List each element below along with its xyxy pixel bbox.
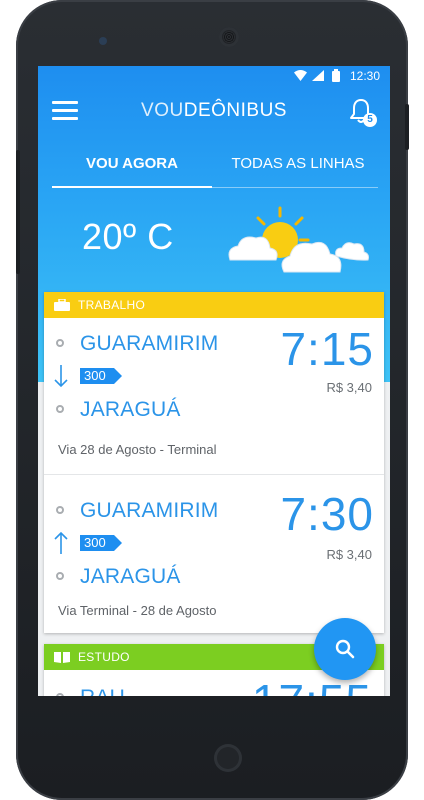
notification-badge: 5 [363, 113, 377, 127]
group-header-trabalho: TRABALHO [44, 292, 384, 318]
wifi-icon [294, 70, 307, 81]
line-number-tag: 300 [80, 368, 122, 384]
temperature-label: 20º C [82, 216, 174, 257]
fare-price: R$ 3,40 [326, 380, 372, 395]
volume-button [16, 150, 20, 274]
logo-text-bold: DEÔNIBUS [183, 100, 287, 121]
power-button [405, 104, 409, 150]
origin-dot [56, 339, 64, 347]
destination-stop: JARAGUÁ [80, 398, 181, 421]
fare-price: R$ 3,40 [326, 547, 372, 562]
status-time: 12:30 [349, 69, 380, 83]
tab-bar: VOU AGORA TODAS AS LINHAS [52, 142, 378, 188]
book-icon [54, 652, 70, 663]
origin-dot [56, 506, 64, 514]
origin-stop: GUARAMIRIM [80, 332, 219, 355]
front-camera [99, 37, 107, 45]
departure-time: 7:15 [280, 323, 374, 375]
signal-icon [312, 70, 324, 81]
earpiece-grille [223, 31, 235, 43]
tab-indicator [52, 186, 212, 188]
briefcase-icon [54, 299, 70, 311]
trip-item[interactable]: GUARAMIRIM 300 JARAGUÁ 7:15 R$ 3,40 Via … [44, 318, 384, 474]
trip-item[interactable]: GUARAMIRIM 300 JARAGUÁ 7:30 R$ 3,40 Via … [44, 474, 384, 633]
trip-group-card: TRABALHO GUARAMIRIM 300 JARAGUÁ 7:15 R$ … [44, 292, 384, 633]
app-bar: VOUDEÔNIBUS 5 [38, 86, 390, 136]
partly-cloudy-icon [228, 206, 369, 273]
origin-dot [56, 693, 64, 696]
destination-dot [56, 405, 64, 413]
tab-todas-as-linhas[interactable]: TODAS AS LINHAS [218, 142, 378, 186]
route-via: Via Terminal - 28 de Agosto [58, 603, 217, 618]
destination-stop: JARAGUÁ [80, 565, 181, 588]
app-logo: VOUDEÔNIBUS [38, 100, 390, 122]
arrow-down-icon [54, 365, 68, 388]
search-fab-button[interactable] [314, 618, 376, 680]
departure-time: 7:30 [280, 488, 374, 540]
route-via: Via 28 de Agosto - Terminal [58, 442, 217, 457]
tab-vou-agora[interactable]: VOU AGORA [52, 142, 212, 186]
search-icon [335, 639, 355, 659]
arrow-up-icon [54, 531, 68, 554]
origin-stop: RAU [80, 686, 125, 696]
destination-dot [56, 572, 64, 580]
app-screen: 12:30 VOUDEÔNIBUS 5 VOU AGORA TODAS AS L… [38, 66, 390, 696]
group-label: TRABALHO [78, 298, 146, 312]
line-number-tag: 300 [80, 535, 122, 551]
battery-icon [332, 69, 340, 82]
status-bar: 12:30 [38, 66, 390, 86]
group-label: ESTUDO [78, 650, 130, 664]
logo-text-light: VOU [141, 100, 184, 121]
bottom-speaker [214, 744, 242, 772]
origin-stop: GUARAMIRIM [80, 499, 219, 522]
